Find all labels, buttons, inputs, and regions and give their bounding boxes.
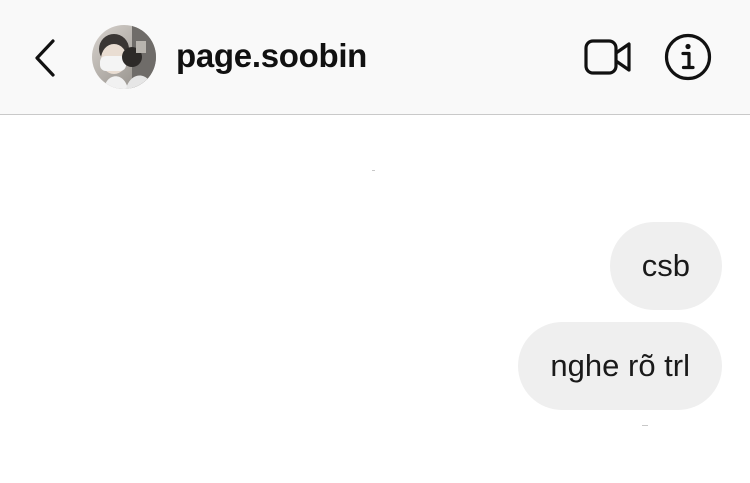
profile-photo bbox=[92, 25, 156, 89]
message-list[interactable]: csb nghe rõ trl bbox=[0, 115, 750, 483]
back-button[interactable] bbox=[26, 34, 64, 82]
message-bubble-sent[interactable]: csb bbox=[609, 222, 722, 310]
info-button[interactable] bbox=[661, 30, 715, 84]
info-icon bbox=[664, 33, 712, 81]
chat-username[interactable]: page.soobin bbox=[176, 36, 367, 76]
chat-header: page.soobin bbox=[0, 0, 750, 115]
avatar[interactable] bbox=[92, 25, 156, 89]
video-call-button[interactable] bbox=[580, 32, 636, 82]
message-bubble-sent[interactable]: nghe rõ trl bbox=[518, 322, 722, 410]
scroll-artifact bbox=[642, 425, 648, 426]
chat-screen: page.soobin csb nghe rõ trl bbox=[0, 0, 750, 483]
scroll-artifact bbox=[372, 170, 375, 171]
chevron-left-icon bbox=[35, 39, 55, 77]
video-camera-icon bbox=[584, 39, 631, 75]
